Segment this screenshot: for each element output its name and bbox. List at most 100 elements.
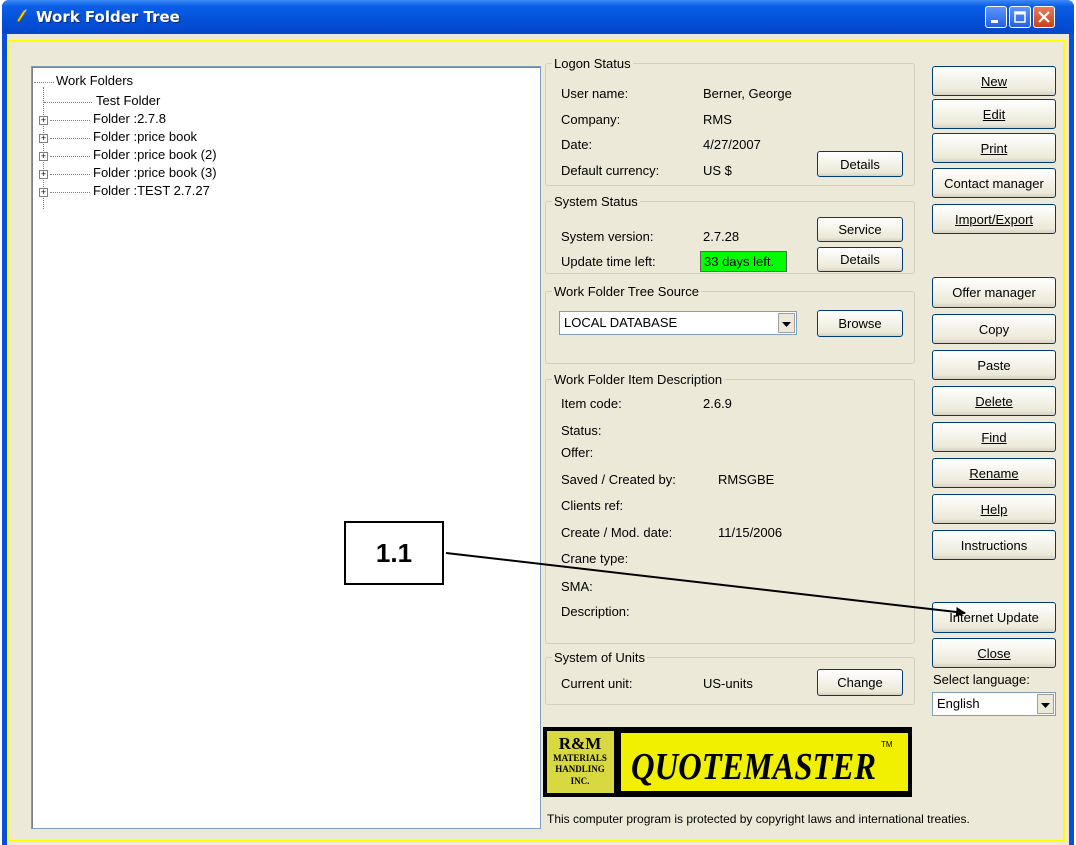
new-label: New [980, 73, 1007, 89]
import-export-label: Import/Export [954, 211, 1034, 227]
window-title: Work Folder Tree [36, 8, 180, 26]
app-icon [16, 9, 27, 23]
date-value: 4/27/2007 [703, 137, 761, 152]
description-label: Description: [561, 604, 630, 619]
offer-label: Offer: [561, 445, 594, 460]
date-label: Date: [561, 137, 593, 152]
expand-icon[interactable]: + [39, 170, 48, 179]
instructions-button[interactable]: Instructions [932, 530, 1056, 560]
maximize-button[interactable] [1009, 6, 1031, 28]
paste-button[interactable]: Paste [932, 350, 1056, 380]
offer-manager-button[interactable]: Offer manager [932, 277, 1056, 308]
help-button[interactable]: Help [932, 494, 1056, 524]
tree-connector [50, 174, 90, 175]
minimize-button[interactable] [985, 6, 1007, 28]
close-window-button[interactable] [1033, 6, 1055, 28]
tree-item[interactable]: Folder :TEST 2.7.27 [93, 183, 210, 198]
client-area: Work Folders Test Folder + Folder :2.7.8… [7, 34, 1069, 845]
print-button[interactable]: Print [932, 133, 1056, 163]
logo-tm: TM [881, 740, 893, 749]
new-button[interactable]: New [932, 66, 1056, 96]
logo-product: QUOTEMASTER [631, 746, 876, 788]
delete-label: Delete [975, 393, 1013, 409]
quotemaster-logo: R&M MATERIALS HANDLING INC. QUOTEMASTER … [543, 727, 912, 797]
group-title: System Status [554, 194, 638, 209]
work-folder-tree[interactable]: Work Folders Test Folder + Folder :2.7.8… [31, 66, 541, 829]
update-time-label: Update time left: [561, 254, 656, 269]
expand-icon[interactable]: + [39, 188, 48, 197]
print-label: Print [980, 140, 1008, 156]
units-group: System of Units Current unit: US-units C… [545, 650, 915, 705]
logo-line-1: R&M [559, 734, 601, 753]
callout-box: 1.1 [344, 521, 444, 585]
internet-update-button[interactable]: Internet Update [932, 602, 1056, 633]
select-language-label: Select language: [933, 672, 1030, 687]
tree-root[interactable]: Work Folders [56, 73, 133, 88]
item-description-group: Work Folder Item Description Item code: … [545, 372, 915, 644]
tree-connector [50, 138, 90, 139]
user-name-value: Berner, George [703, 86, 792, 101]
company-value: RMS [703, 112, 732, 127]
mod-date-value: 11/15/2006 [718, 525, 783, 540]
rename-label: Rename [969, 465, 1019, 481]
import-export-button[interactable]: Import/Export [932, 204, 1056, 234]
system-version-value: 2.7.28 [703, 229, 740, 244]
tree-source-group: Work Folder Tree Source LOCAL DATABASE B… [545, 284, 915, 364]
sma-label: SMA: [561, 579, 593, 594]
edit-button[interactable]: Edit [932, 99, 1056, 129]
group-title: Work Folder Tree Source [554, 284, 699, 299]
tree-connector [50, 192, 90, 193]
language-select[interactable]: English [932, 692, 1056, 716]
tree-source-select[interactable]: LOCAL DATABASE [559, 311, 797, 335]
expand-icon[interactable]: + [39, 134, 48, 143]
service-button[interactable]: Service [817, 217, 903, 242]
system-status-group: System Status System version: 2.7.28 Ser… [545, 194, 915, 274]
minimize-icon [991, 20, 998, 23]
dropdown-button[interactable] [1037, 694, 1054, 714]
tree-connector [34, 82, 54, 83]
title-bar[interactable]: Work Folder Tree [2, 0, 1074, 34]
app-window: Work Folder Tree Work Folders Test Folde… [2, 0, 1074, 845]
browse-button[interactable]: Browse [817, 310, 903, 337]
system-details-button[interactable]: Details [817, 247, 903, 272]
find-button[interactable]: Find [932, 422, 1056, 452]
current-unit-value: US-units [703, 676, 753, 691]
mod-date-label: Create / Mod. date: [561, 525, 673, 540]
tree-connector [50, 156, 90, 157]
group-title: Logon Status [554, 56, 631, 71]
copyright-notice: This computer program is protected by co… [547, 812, 970, 826]
maximize-icon [1014, 11, 1026, 23]
tree-item[interactable]: Folder :2.7.8 [93, 111, 166, 126]
tree-item[interactable]: Folder :price book (3) [93, 165, 217, 180]
tree-item[interactable]: Folder :price book (2) [93, 147, 217, 162]
copy-button[interactable]: Copy [932, 314, 1056, 344]
edit-label: Edit [982, 106, 1006, 122]
contact-manager-button[interactable]: Contact manager [932, 168, 1056, 198]
current-unit-label: Current unit: [561, 676, 633, 691]
logo-graphic: R&M MATERIALS HANDLING INC. QUOTEMASTER … [543, 727, 912, 797]
item-code-value: 2.6.9 [703, 396, 732, 411]
tree-item[interactable]: Folder :price book [93, 129, 197, 144]
close-label: Close [977, 645, 1011, 661]
system-version-label: System version: [561, 229, 654, 244]
help-label: Help [980, 501, 1008, 517]
dropdown-button[interactable] [778, 313, 795, 333]
tree-item[interactable]: Test Folder [96, 93, 160, 108]
logo-line-2: MATERIALS [553, 753, 607, 763]
logo-line-3: HANDLING [555, 764, 605, 774]
currency-label: Default currency: [561, 163, 660, 178]
close-button[interactable]: Close [932, 638, 1056, 668]
user-name-label: User name: [561, 86, 629, 101]
close-icon [1038, 11, 1050, 23]
delete-button[interactable]: Delete [932, 386, 1056, 416]
change-units-button[interactable]: Change [817, 669, 903, 696]
tree-source-value: LOCAL DATABASE [564, 315, 678, 330]
logon-details-button[interactable]: Details [817, 151, 903, 177]
chevron-down-icon [1041, 703, 1050, 708]
group-title: Work Folder Item Description [554, 372, 723, 387]
expand-icon[interactable]: + [39, 116, 48, 125]
saved-by-value: RMSGBE [718, 472, 775, 487]
rename-button[interactable]: Rename [932, 458, 1056, 488]
chevron-down-icon [782, 322, 791, 327]
expand-icon[interactable]: + [39, 152, 48, 161]
